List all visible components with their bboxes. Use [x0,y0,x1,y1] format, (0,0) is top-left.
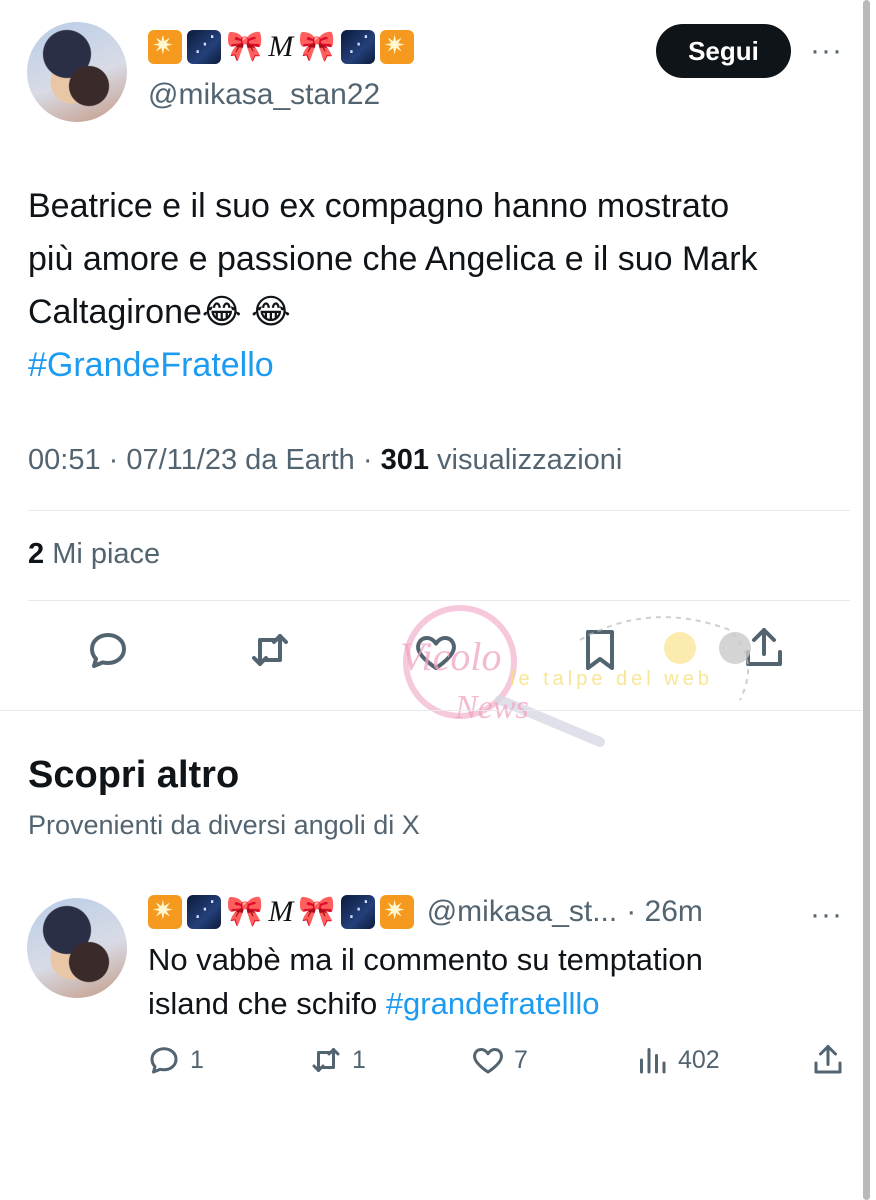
tweet-text: Beatrice e il suo ex compagno hanno most… [28,180,858,392]
likes-count: 7 [514,1045,528,1074]
hashtag-link[interactable]: #GrandeFratello [28,339,858,392]
milky-way-emoji-icon [340,30,375,64]
section-divider [0,710,862,711]
more-icon[interactable]: ··· [810,34,843,68]
views-count: 301 [380,444,429,476]
views-count: 402 [678,1045,720,1074]
reply-views[interactable]: 402 [634,1042,720,1078]
sparkle-emoji-icon [379,895,414,929]
display-name-letter: M [268,895,294,928]
display-name-letter: M [268,30,294,63]
bookmark-icon[interactable] [576,626,624,674]
ribbon-emoji-icon: 🎀 [298,894,336,929]
like-icon[interactable] [412,628,460,676]
more-icon[interactable]: ··· [810,898,843,932]
tweet-time[interactable]: 00:51 [28,444,101,476]
follow-button[interactable]: Segui [656,24,791,78]
reply-text: No vabbè ma il commento su temptation is… [148,938,848,1026]
tweet-text-line: Beatrice e il suo ex compagno hanno most… [28,187,730,225]
reply-author-handle[interactable]: @mikasa_st... [427,895,618,929]
display-name[interactable]: 🎀 M 🎀 [148,30,414,64]
reposts-count: 1 [352,1045,366,1074]
reply-text-line: No vabbè ma il commento su temptation [148,942,703,977]
reply-text-line-prefix: island che schifo [148,986,386,1021]
reply-replies[interactable]: 1 [146,1042,204,1078]
milky-way-emoji-icon [340,895,375,929]
ribbon-emoji-icon: 🎀 [298,29,336,64]
ribbon-emoji-icon: 🎀 [226,29,264,64]
tweet-text-line: Caltagirone😂 😂 [28,293,291,331]
repost-icon [312,1048,340,1072]
likes-summary[interactable]: 2 Mi piace [28,538,160,571]
likes-label: Mi piace [52,538,161,570]
sparkle-emoji-icon [148,30,182,64]
sparkle-emoji-icon [148,895,182,929]
views-label: visualizzazioni [437,444,623,476]
share-icon[interactable] [810,1042,846,1078]
section-subtitle: Provenienti da diversi angoli di X [28,810,420,840]
share-icon[interactable] [740,624,788,672]
section-title: Scopri altro [28,754,240,796]
tweet-text-line: più amore e passione che Angelica e il s… [28,240,758,278]
hashtag-link[interactable]: #grandefratelllo [386,986,600,1021]
milky-way-emoji-icon [187,30,221,64]
milky-way-emoji-icon [187,895,221,929]
tweet-date[interactable]: 07/11/23 da Earth [126,444,354,476]
ribbon-emoji-icon: 🎀 [226,894,264,929]
reply-text-line: island che schifo #grandefratelllo [148,982,848,1026]
like-icon [473,1048,503,1074]
reply-author-header[interactable]: 🎀 M 🎀 @mikasa_st... · 26m [148,895,703,929]
svg-text:News: News [454,689,529,726]
likes-count: 2 [28,538,45,570]
reply-icon[interactable] [84,626,132,674]
divider [28,510,850,511]
reply-icon [150,1047,178,1074]
reply-reposts[interactable]: 1 [308,1042,366,1078]
sparkle-emoji-icon [379,30,414,64]
scrollbar[interactable] [863,0,870,1200]
author-handle[interactable]: @mikasa_stan22 [148,78,380,112]
reply-likes[interactable]: 7 [470,1042,528,1078]
reply-author-avatar[interactable] [27,898,127,998]
views-icon [640,1048,666,1074]
divider [28,600,850,601]
repost-icon[interactable] [246,626,294,674]
author-avatar[interactable] [27,22,127,122]
reply-time[interactable]: · 26m [626,895,703,929]
tweet-meta: 00:51 · 07/11/23 da Earth · 301 visualiz… [28,444,623,476]
replies-count: 1 [190,1045,204,1074]
